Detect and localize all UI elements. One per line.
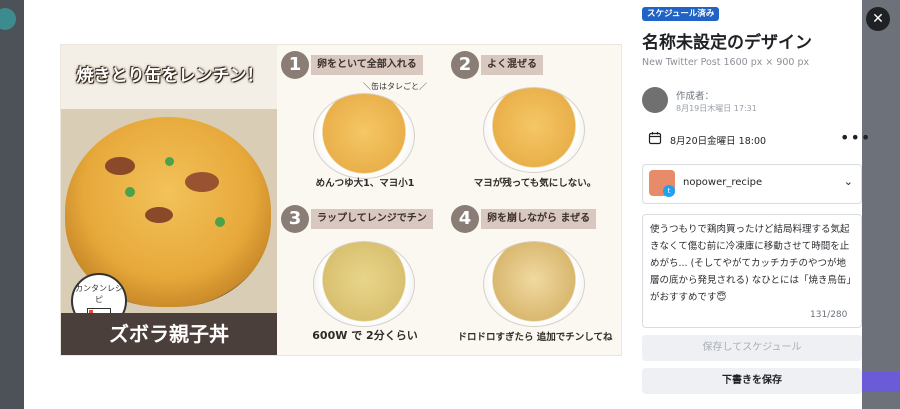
step-3: 3 ラップしてレンジでチン 600W で 2分くらい — [279, 201, 451, 351]
design-preview: 焼きとり缶をレンチン！ カンタンレシピ ズボラ親子丼 1 卵をといて全部入れる … — [60, 44, 622, 356]
background-button — [862, 372, 900, 392]
chevron-down-icon: ⌄ — [843, 175, 853, 188]
step-label: 卵をといて全部入れる — [311, 55, 423, 75]
preview-headline: 焼きとり缶をレンチン！ — [76, 66, 264, 86]
step-number: 4 — [451, 205, 479, 233]
background-app-left — [0, 0, 24, 409]
step-caption: 600W で 2分くらい — [312, 329, 418, 342]
badge-text: カンタンレシピ — [75, 284, 123, 304]
step-4: 4 卵を崩しながら まぜる ドロドロすぎたら 追加でチンしてね — [449, 201, 621, 351]
background-app-right — [862, 0, 900, 409]
step-caption: ドロドロすぎたら 追加でチンしてね — [457, 332, 613, 343]
character-counter: 131/280 — [810, 310, 848, 320]
account-selector[interactable]: t nopower_recipe ⌄ — [642, 164, 862, 204]
scheduled-date[interactable]: 8月20日金曜日 18:00 — [670, 133, 766, 147]
step-bowl-image — [313, 93, 415, 179]
step-label: ラップしてレンジでチン — [311, 209, 433, 229]
step-1: 1 卵をといて全部入れる ＼缶はタレごと／ めんつゆ大1、マヨ小1 — [279, 47, 451, 197]
calendar-icon — [648, 132, 662, 145]
step-bowl-image — [483, 87, 585, 173]
close-button[interactable]: ✕ — [866, 7, 890, 31]
step-number: 2 — [451, 51, 479, 79]
step-number: 1 — [281, 51, 309, 79]
dish-name-band: ズボラ親子丼 — [61, 313, 277, 355]
step-note: ＼缶はタレごと／ — [363, 82, 427, 91]
step-2: 2 よく混ぜる マヨが残っても気にしない。 — [449, 47, 621, 197]
schedule-modal: 焼きとり缶をレンチン！ カンタンレシピ ズボラ親子丼 1 卵をといて全部入れる … — [24, 0, 870, 409]
step-caption: マヨが残っても気にしない。 — [473, 178, 597, 189]
author-label: 作成者： — [676, 91, 715, 102]
step-label: よく混ぜる — [481, 55, 543, 75]
preview-left-panel: 焼きとり缶をレンチン！ カンタンレシピ ズボラ親子丼 — [61, 45, 277, 355]
account-name: nopower_recipe — [683, 177, 763, 188]
step-label: 卵を崩しながら まぜる — [481, 209, 597, 229]
status-badge: スケジュール済み — [642, 7, 720, 21]
background-logo — [0, 8, 16, 30]
scallion — [125, 187, 135, 197]
chicken-piece — [145, 207, 173, 223]
chicken-piece — [185, 172, 219, 192]
avatar — [642, 87, 668, 113]
step-caption: めんつゆ大1、マヨ小1 — [315, 178, 415, 189]
details-panel: スケジュール済み 名称未設定のデザイン New Twitter Post 160… — [620, 0, 870, 409]
design-title: 名称未設定のデザイン — [642, 33, 812, 53]
step-bowl-image — [483, 241, 585, 327]
chicken-piece — [105, 157, 135, 175]
save-and-schedule-button[interactable]: 保存してスケジュール — [642, 335, 862, 361]
save-draft-button[interactable]: 下書きを保存 — [642, 368, 862, 394]
twitter-icon: t — [663, 185, 675, 197]
created-date: 8月19日木曜日 17:31 — [676, 104, 757, 113]
close-icon: ✕ — [872, 11, 884, 27]
more-options-button[interactable]: ••• — [840, 128, 871, 147]
design-size: New Twitter Post 1600 px × 900 px — [642, 57, 810, 68]
step-bowl-image — [313, 241, 415, 327]
scallion — [215, 217, 225, 227]
scallion — [165, 157, 174, 166]
step-number: 3 — [281, 205, 309, 233]
